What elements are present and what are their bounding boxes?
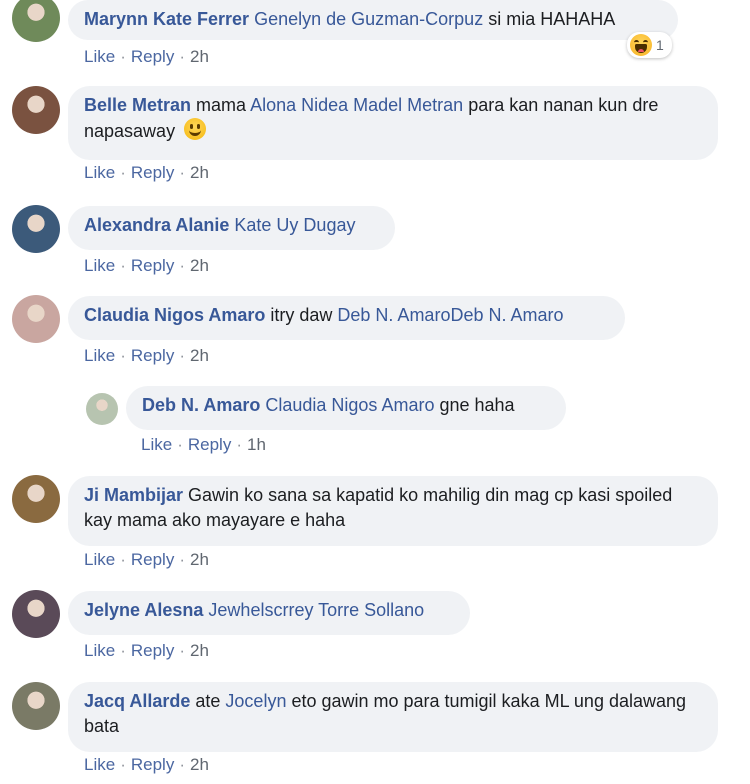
like-link[interactable]: Like	[84, 550, 115, 569]
mention-link[interactable]: Claudia Nigos Amaro	[265, 395, 434, 415]
comment-bubble: Jelyne Alesna Jewhelscrrey Torre Sollano	[68, 591, 470, 635]
mention-link[interactable]: Deb N. AmaroDeb N. Amaro	[337, 305, 563, 325]
like-link[interactable]: Like	[141, 435, 172, 454]
mention-link[interactable]: Jewhelscrrey Torre Sollano	[208, 600, 424, 620]
reply-link[interactable]: Reply	[131, 641, 174, 660]
timestamp[interactable]: 2h	[190, 47, 209, 66]
reply-link[interactable]: Reply	[188, 435, 231, 454]
comment-bubble: Claudia Nigos Amaro itry daw Deb N. Amar…	[68, 296, 625, 340]
reaction-count: 1	[656, 37, 664, 53]
comment-actions: Like · Reply · 2h	[84, 163, 209, 182]
timestamp[interactable]: 1h	[247, 435, 266, 454]
comment-actions: Like · Reply · 2h	[84, 550, 209, 569]
timestamp[interactable]: 2h	[190, 163, 209, 182]
comment-text: mama	[191, 95, 251, 115]
timestamp[interactable]: 2h	[190, 641, 209, 660]
comment-actions: Like · Reply · 2h	[84, 47, 209, 66]
timestamp[interactable]: 2h	[190, 346, 209, 365]
like-link[interactable]: Like	[84, 256, 115, 275]
comment-author[interactable]: Jacq Allarde	[84, 691, 190, 711]
comment-actions: Like · Reply · 2h	[84, 256, 209, 275]
comment-author[interactable]: Belle Metran	[84, 95, 191, 115]
avatar[interactable]	[12, 295, 60, 343]
comment-author[interactable]: Jelyne Alesna	[84, 600, 203, 620]
avatar[interactable]	[12, 86, 60, 134]
comment-actions: Like · Reply · 2h	[84, 346, 209, 365]
comment-author[interactable]: Marynn Kate Ferrer	[84, 9, 249, 29]
comment-text: si mia HAHAHA	[483, 9, 616, 29]
reply-link[interactable]: Reply	[131, 163, 174, 182]
comment-text: itry daw	[265, 305, 338, 325]
reply-link[interactable]: Reply	[131, 256, 174, 275]
reply-link[interactable]: Reply	[131, 755, 174, 774]
like-link[interactable]: Like	[84, 47, 115, 66]
mention-link[interactable]: Kate Uy Dugay	[234, 215, 355, 235]
comment-bubble: Marynn Kate Ferrer Genelyn de Guzman-Cor…	[68, 0, 678, 40]
avatar[interactable]	[12, 205, 60, 253]
reply-link[interactable]: Reply	[131, 47, 174, 66]
timestamp[interactable]: 2h	[190, 256, 209, 275]
comment-bubble: Belle Metran mama Alona Nidea Madel Metr…	[68, 86, 718, 160]
comment-author[interactable]: Ji Mambijar	[84, 485, 183, 505]
mention-link[interactable]: Alona Nidea Madel Metran	[250, 95, 463, 115]
comment-actions: Like · Reply · 2h	[84, 641, 209, 660]
avatar[interactable]	[12, 682, 60, 730]
reply-link[interactable]: Reply	[131, 346, 174, 365]
timestamp[interactable]: 2h	[190, 755, 209, 774]
comment-actions: Like · Reply · 2h	[84, 755, 209, 774]
like-link[interactable]: Like	[84, 346, 115, 365]
comment-bubble: Deb N. Amaro Claudia Nigos Amaro gne hah…	[126, 386, 566, 430]
mention-link[interactable]: Jocelyn	[225, 691, 286, 711]
comment-author[interactable]: Claudia Nigos Amaro	[84, 305, 265, 325]
comment-bubble: Jacq Allarde ate Jocelyn eto gawin mo pa…	[68, 682, 718, 752]
comment-bubble: Alexandra Alanie Kate Uy Dugay	[68, 206, 395, 250]
avatar[interactable]	[12, 475, 60, 523]
like-link[interactable]: Like	[84, 163, 115, 182]
smiling-face-emoji	[184, 118, 207, 140]
avatar[interactable]	[12, 590, 60, 638]
comment-author[interactable]: Alexandra Alanie	[84, 215, 229, 235]
comment-text: gne haha	[434, 395, 515, 415]
reply-link[interactable]: Reply	[131, 550, 174, 569]
avatar[interactable]	[12, 0, 60, 42]
haha-reaction-icon	[630, 34, 652, 56]
comment-author[interactable]: Deb N. Amaro	[142, 395, 260, 415]
comment-bubble: Ji Mambijar Gawin ko sana sa kapatid ko …	[68, 476, 718, 546]
like-link[interactable]: Like	[84, 641, 115, 660]
like-link[interactable]: Like	[84, 755, 115, 774]
reaction-badge[interactable]: 1	[627, 32, 672, 58]
timestamp[interactable]: 2h	[190, 550, 209, 569]
avatar[interactable]	[86, 393, 118, 425]
mention-link[interactable]: Genelyn de Guzman-Corpuz	[254, 9, 483, 29]
comment-text: ate	[190, 691, 226, 711]
comment-actions: Like · Reply · 1h	[141, 435, 266, 454]
